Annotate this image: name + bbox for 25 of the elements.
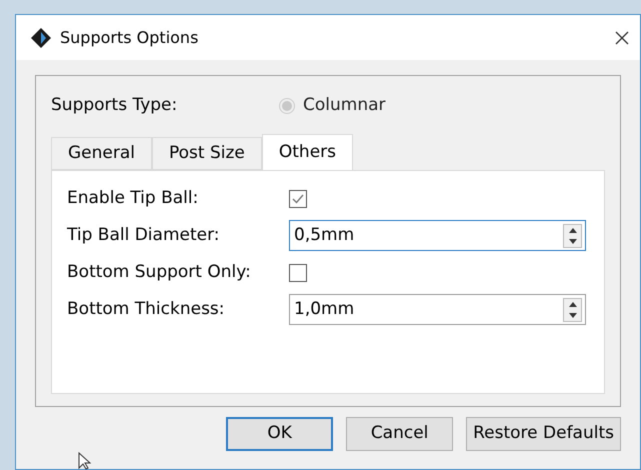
spin-arrows-icon[interactable] xyxy=(563,224,582,248)
spin-arrows-icon[interactable] xyxy=(563,298,582,322)
tab[interactable]: Post Size xyxy=(152,137,262,170)
spin-box[interactable]: 0,5mm xyxy=(289,220,586,251)
tab[interactable]: Others xyxy=(262,134,354,170)
checkbox[interactable] xyxy=(289,190,307,208)
supports-type-label: Supports Type: xyxy=(51,94,178,118)
close-icon[interactable] xyxy=(614,30,630,46)
field-label: Bottom Support Only: xyxy=(67,260,252,284)
checkbox[interactable] xyxy=(289,264,307,282)
checkmark-icon xyxy=(292,194,304,204)
spin-box-value: 1,0mm xyxy=(293,298,356,321)
window-title: Supports Options xyxy=(60,26,200,48)
spin-box[interactable]: 1,0mm xyxy=(289,294,586,325)
radio-label: Columnar xyxy=(303,94,386,118)
mouse-pointer-icon xyxy=(78,452,91,470)
spin-box-value: 0,5mm xyxy=(293,224,356,247)
dialog-button[interactable]: Cancel xyxy=(346,417,454,451)
dialog-button[interactable]: OK xyxy=(226,417,334,451)
dialog-button[interactable]: Restore Defaults xyxy=(466,417,621,451)
field-label: Bottom Thickness: xyxy=(67,298,226,321)
app-logo-icon xyxy=(30,26,52,48)
tab[interactable]: General xyxy=(51,137,152,170)
field-label: Tip Ball Diameter: xyxy=(67,224,221,247)
field-label: Enable Tip Ball: xyxy=(67,186,200,210)
